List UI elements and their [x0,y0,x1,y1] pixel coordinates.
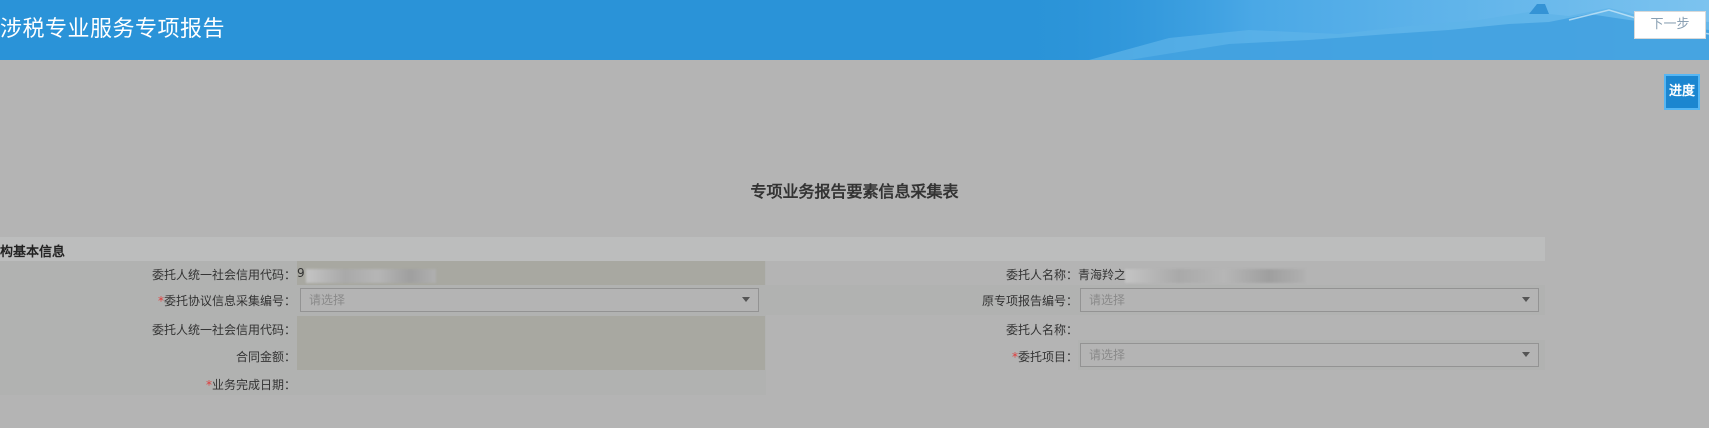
original-report-no-placeholder: 请选择 [1089,293,1126,307]
redacted-text [1125,269,1305,283]
great-wall-banner-image [1009,0,1709,60]
dropdown-arrow-icon [1522,297,1530,302]
form-title: 专项业务报告要素信息采集表 [750,182,959,201]
section-header-bar [0,237,1545,261]
page-header-title: 涉税专业服务专项报告 [0,17,226,42]
client-name-2-label: 委托人名称： [1005,323,1078,337]
client-name-label: 委托人名称： [1005,268,1078,282]
original-report-no-select[interactable]: 请选择 [1080,288,1539,312]
progress-button[interactable]: 进度 [1664,74,1700,110]
next-step-button[interactable]: 下一步 [1634,11,1706,39]
completion-date-label-text: 业务完成日期： [211,378,296,392]
completion-date-label: *业务完成日期： [0,376,296,393]
entrusted-item-select[interactable]: 请选择 [1080,343,1539,367]
dropdown-arrow-icon [1522,352,1530,357]
original-report-no-label: 原专项报告编号： [981,294,1078,308]
entrusted-item-placeholder: 请选择 [1089,348,1126,362]
section-title: 构基本信息 [0,245,66,260]
client-name-value: 青海羚之 [1078,268,1127,282]
entrusted-item-label: *委托项目： [0,348,1078,365]
header-bar: 涉税专业服务专项报告 下一步 [0,0,1709,60]
entrusted-item-label-text: 委托项目： [1017,350,1078,364]
